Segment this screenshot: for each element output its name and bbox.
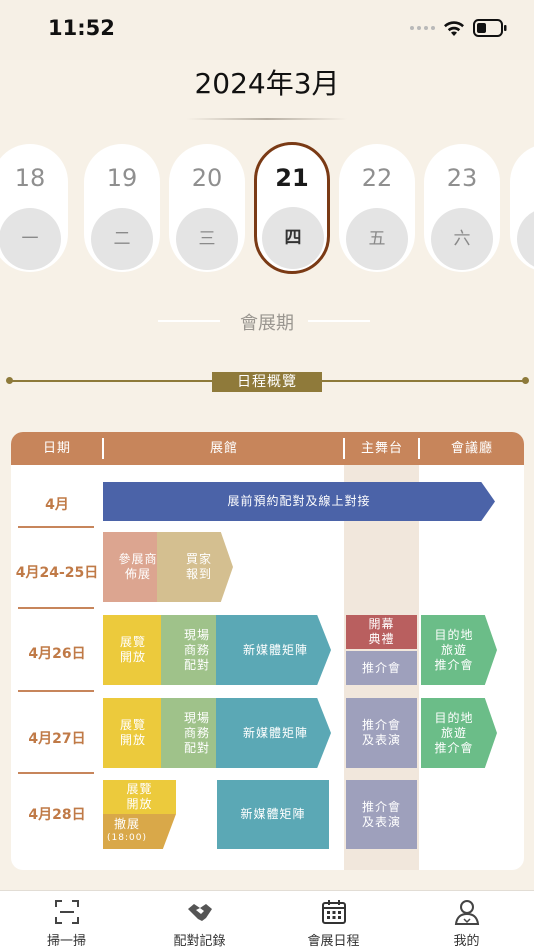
row-separator: [18, 772, 94, 774]
day-weekday: 二: [91, 208, 153, 270]
schedule-overview: 日期 展館 主舞台 會議廳 4月 4月24-25日 4月26日 4月27日 4月…: [11, 432, 524, 870]
day-number: 20: [191, 164, 223, 192]
tab-label: 我的: [453, 934, 480, 949]
day-pill-next[interactable]: [510, 144, 534, 272]
day-number: 22: [361, 164, 393, 192]
destination-promo-block: 目的地 旅遊 推介會: [421, 698, 497, 768]
day-weekday: 四: [262, 207, 324, 269]
date-row-label: 4月24-25日: [15, 565, 99, 581]
wifi-icon: [444, 21, 464, 36]
status-bar: 11:52: [0, 0, 534, 60]
day-weekday: 五: [346, 208, 408, 270]
header-date: 日期: [42, 441, 71, 456]
signal-icon: [410, 26, 435, 30]
new-media-block: 新媒體矩陣: [217, 780, 329, 849]
header-stage: 主舞台: [360, 441, 403, 456]
tab-bar: 掃一掃 配對記錄 會展日程 我的: [0, 890, 534, 950]
day-weekday: [517, 208, 534, 270]
promotion-performance-block: 推介會 及表演: [346, 780, 417, 849]
day-pill-22[interactable]: 22 五: [339, 144, 415, 272]
day-pill-18[interactable]: 18 一: [0, 144, 68, 272]
row-separator: [18, 526, 94, 528]
day-pill-20[interactable]: 20 三: [169, 144, 245, 272]
period-line-right: [308, 320, 370, 322]
promotion-block: 推介會: [346, 651, 417, 685]
tab-label: 會展日程: [307, 934, 360, 949]
status-time: 11:52: [48, 16, 115, 40]
exhibition-open-block: 展覽 開放: [103, 698, 163, 768]
tab-schedule[interactable]: 會展日程: [267, 891, 400, 950]
tab-label: 掃一掃: [46, 934, 86, 949]
day-weekday: 六: [431, 208, 493, 270]
period-label: 會展期: [240, 313, 294, 334]
new-media-block: 新媒體矩陣: [216, 615, 331, 685]
opening-ceremony-block: 開幕 典禮: [346, 615, 417, 649]
buyer-checkin-block: 買家 報到: [157, 532, 233, 602]
header-conference-hall: 會議廳: [450, 441, 493, 456]
destination-promo-block: 目的地 旅遊 推介會: [421, 615, 497, 685]
exhibition-open-block: 展覽 開放: [103, 780, 176, 814]
row-separator: [18, 607, 94, 609]
user-icon: [454, 900, 480, 925]
day-selector: 18 一 19 二 20 三 21 四 22 五 23 六: [0, 142, 534, 276]
scan-icon: [55, 900, 79, 924]
day-pill-23[interactable]: 23 六: [424, 144, 500, 272]
day-weekday: 三: [176, 208, 238, 270]
tab-label: 配對記錄: [173, 934, 226, 949]
date-row-label: 4月28日: [28, 807, 86, 823]
new-media-block: 新媒體矩陣: [216, 698, 331, 768]
month-title: 2024年3月: [194, 67, 340, 100]
day-number: 19: [106, 164, 138, 192]
tab-profile[interactable]: 我的: [400, 891, 533, 950]
day-number: 18: [14, 164, 46, 192]
handshake-icon: [188, 904, 212, 921]
row-separator: [18, 690, 94, 692]
calendar-icon: [322, 900, 346, 924]
section-dot-right: [522, 377, 529, 384]
day-pill-21[interactable]: 21 四: [254, 142, 330, 274]
section-title: 日程概覽: [212, 372, 322, 392]
section-dot-left: [6, 377, 13, 384]
exhibition-open-block: 展覽 開放: [103, 615, 163, 685]
schedule-header: 日期 展館 主舞台 會議廳: [11, 432, 524, 465]
date-row-label: 4月26日: [28, 646, 86, 662]
day-pill-19[interactable]: 19 二: [84, 144, 160, 272]
day-number: 21: [275, 164, 309, 192]
date-row-label: 4月27日: [28, 731, 86, 747]
title-divider: [187, 118, 347, 120]
promotion-performance-block: 推介會 及表演: [346, 698, 417, 768]
tab-matching-records[interactable]: 配對記錄: [133, 891, 266, 950]
date-row-label: 4月: [45, 497, 69, 513]
day-number: 23: [446, 164, 478, 192]
teardown-time: (18:00): [107, 832, 147, 843]
online-matching-block: 展前預約配對及線上對接: [103, 482, 495, 521]
teardown-block: 撤展 (18:00): [103, 814, 176, 849]
battery-icon: [473, 19, 507, 37]
day-weekday: 一: [0, 208, 61, 270]
tab-scan[interactable]: 掃一掃: [0, 891, 133, 950]
header-hall: 展館: [209, 441, 238, 456]
